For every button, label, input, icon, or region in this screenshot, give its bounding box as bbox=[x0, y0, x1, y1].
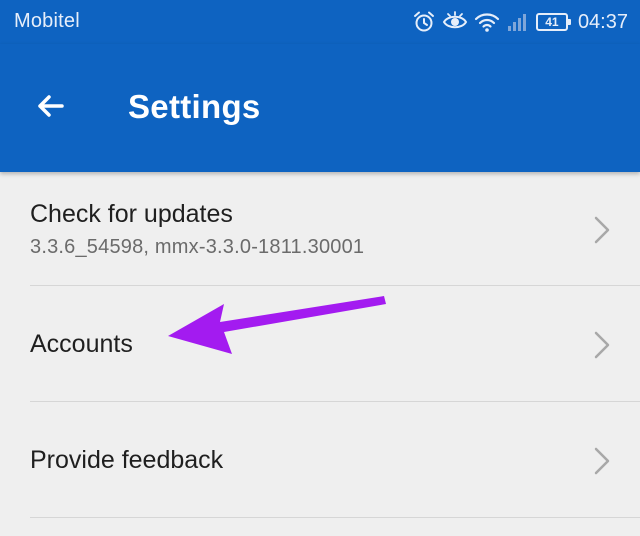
item-title: Provide feedback bbox=[30, 446, 224, 474]
chevron-right-icon bbox=[594, 216, 610, 244]
version-text: 3.3.6_54598, mmx-3.3.0-1811.30001 bbox=[30, 236, 365, 258]
accounts-item[interactable]: Accounts bbox=[0, 286, 640, 402]
item-title: Check for updates bbox=[30, 200, 233, 228]
back-button[interactable] bbox=[26, 84, 74, 132]
page-title: Settings bbox=[128, 88, 261, 125]
chevron-right-icon bbox=[594, 447, 610, 475]
eye-icon bbox=[442, 10, 468, 34]
clock: 04:37 bbox=[577, 10, 628, 33]
settings-screen: Mobitel 41 04:37 Settings Check for upda… bbox=[0, 0, 640, 536]
status-icons: 41 04:37 bbox=[412, 8, 628, 36]
check-for-updates-item[interactable]: Check for updates 3.3.6_54598, mmx-3.3.0… bbox=[0, 172, 640, 286]
chevron-right-icon bbox=[594, 331, 610, 359]
signal-icon bbox=[506, 11, 528, 33]
settings-list: Check for updates 3.3.6_54598, mmx-3.3.0… bbox=[0, 172, 640, 518]
provide-feedback-item[interactable]: Provide feedback bbox=[0, 402, 640, 518]
battery-icon: 41 bbox=[535, 13, 571, 31]
wifi-icon bbox=[474, 11, 500, 33]
divider bbox=[30, 517, 640, 518]
arrow-left-icon bbox=[34, 90, 66, 127]
status-bar: Mobitel 41 04:37 bbox=[0, 0, 640, 44]
item-title: Accounts bbox=[30, 330, 133, 358]
carrier-name: Mobitel bbox=[14, 10, 80, 32]
app-bar: Settings bbox=[0, 44, 640, 172]
alarm-icon bbox=[412, 10, 436, 34]
